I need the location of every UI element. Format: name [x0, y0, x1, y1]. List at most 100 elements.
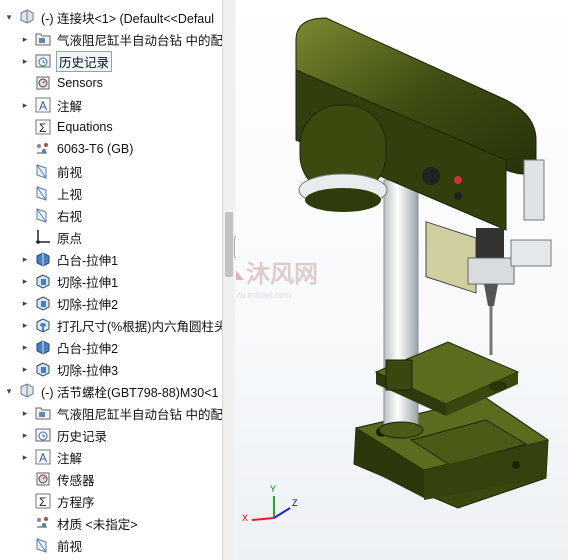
no-arrow — [20, 166, 30, 176]
tree-part-node[interactable]: ▾ (-) 连接块<1> (Default<<Defaul — [4, 6, 214, 28]
no-arrow — [20, 232, 30, 242]
tree-feature-item[interactable]: ▸ 凸台-拉伸2 — [20, 336, 118, 358]
plane-icon — [34, 184, 52, 202]
folder-icon — [34, 30, 52, 48]
no-arrow — [20, 188, 30, 198]
tree-feature-item[interactable]: ▸ 凸台-拉伸1 — [20, 248, 118, 270]
no-arrow — [20, 78, 30, 88]
svg-text:Σ: Σ — [39, 495, 46, 509]
tree-item-label: 方程序 — [57, 495, 95, 510]
view-triad: X Y Z — [242, 484, 298, 523]
tree-feature-item[interactable]: ▸ A 注解 — [20, 94, 82, 116]
tree-item-label: 凸台-拉伸1 — [57, 253, 119, 268]
tree-feature-item[interactable]: ▸ 切除-拉伸2 — [20, 292, 118, 314]
scrollbar-thumb[interactable] — [225, 212, 233, 277]
equation-icon: Σ — [34, 118, 52, 136]
material-icon — [34, 514, 52, 532]
tree-feature-item[interactable]: 右视 — [20, 204, 82, 226]
tree-feature-item[interactable]: ▸ 气液阻尼缸半自动台钻 中的配 — [20, 28, 222, 50]
tree-feature-item[interactable]: ▸ 切除-拉伸1 — [20, 270, 118, 292]
annotation-icon: A — [34, 448, 52, 466]
sensor-icon — [34, 74, 52, 92]
expand-arrow-icon[interactable]: ▸ — [20, 254, 30, 264]
expand-arrow-icon[interactable]: ▸ — [20, 452, 30, 462]
tree-item-label: 历史记录 — [57, 429, 108, 444]
tree-scrollbar[interactable] — [222, 0, 235, 560]
no-arrow — [20, 474, 30, 484]
collapse-arrow-icon[interactable]: ▾ — [4, 12, 14, 22]
tree-item-label: 气液阻尼缸半自动台钻 中的配 — [57, 33, 222, 48]
tree-feature-item[interactable]: Sensors — [20, 72, 103, 94]
tree-item-label: (-) 连接块<1> (Default<<Defaul — [41, 11, 214, 26]
tree-item-label: 传感器 — [57, 473, 95, 488]
expand-arrow-icon[interactable]: ▸ — [20, 56, 30, 66]
tree-item-label: 凸台-拉伸2 — [57, 341, 119, 356]
history-icon — [34, 52, 52, 70]
tree-item-label: 上视 — [57, 187, 83, 202]
boss-extrude-icon — [34, 250, 52, 268]
boss-extrude-icon — [34, 338, 52, 356]
tree-part-node[interactable]: ▾ (-) 活节螺栓(GBT798-88)M30<1 — [4, 380, 218, 402]
tree-feature-item[interactable]: 前视 — [20, 534, 82, 556]
expand-arrow-icon[interactable]: ▸ — [20, 100, 30, 110]
part-icon — [18, 382, 36, 400]
tree-feature-item[interactable]: ▸ 气液阻尼缸半自动台钻 中的配 — [20, 402, 222, 424]
base-plate — [353, 397, 550, 509]
tree-item-label: 切除-拉伸2 — [57, 297, 119, 312]
tree-feature-item[interactable]: 材质 <未指定> — [20, 512, 138, 534]
motor — [298, 104, 388, 212]
tree-feature-item[interactable]: 上视 — [20, 182, 82, 204]
no-arrow — [20, 496, 30, 506]
tree-feature-item[interactable]: ▸ 切除-拉伸3 — [20, 358, 118, 380]
tree-item-label: 材质 <未指定> — [57, 517, 138, 532]
expand-arrow-icon[interactable]: ▸ — [20, 342, 30, 352]
tree-item-label: 前视 — [57, 165, 83, 180]
tree-item-label: 6063-T6 (GB) — [57, 142, 134, 156]
graphics-viewport[interactable]: 沐风网 www.mfcad.com X Y Z — [236, 0, 568, 560]
tree-feature-item[interactable]: 传感器 — [20, 468, 95, 490]
tree-item-label: 切除-拉伸3 — [57, 363, 119, 378]
triad-x: X — [242, 513, 248, 523]
plane-icon — [34, 536, 52, 554]
expand-arrow-icon[interactable]: ▸ — [20, 298, 30, 308]
tree-feature-item[interactable]: ▸ 打孔尺寸(%根据)内六角圆柱头 — [20, 314, 222, 336]
tree-item-label: 注解 — [57, 99, 83, 114]
tree-feature-item[interactable]: 6063-T6 (GB) — [20, 138, 133, 160]
svg-text:Σ: Σ — [39, 121, 46, 135]
cut-extrude-icon — [34, 360, 52, 378]
no-arrow — [20, 210, 30, 220]
material-icon — [34, 140, 52, 158]
expand-arrow-icon[interactable]: ▸ — [20, 364, 30, 374]
tree-item-label: (-) 活节螺栓(GBT798-88)M30<1 — [41, 385, 219, 400]
plane-icon — [34, 162, 52, 180]
tree-feature-item[interactable]: ▸ 历史记录 — [20, 424, 107, 446]
triad-z: Z — [292, 498, 298, 508]
triad-y: Y — [270, 484, 276, 494]
watermark: 沐风网 www.mfcad.com — [236, 261, 318, 300]
tree-feature-item[interactable]: 原点 — [20, 226, 82, 248]
svg-text:A: A — [39, 99, 47, 113]
expand-arrow-icon[interactable]: ▸ — [20, 34, 30, 44]
watermark-url: www.mfcad.com — [236, 290, 292, 300]
history-icon — [34, 426, 52, 444]
tree-item-label: 前视 — [57, 539, 83, 554]
expand-arrow-icon[interactable]: ▸ — [20, 276, 30, 286]
expand-arrow-icon[interactable]: ▸ — [20, 408, 30, 418]
drill-press-model: 沐风网 www.mfcad.com X Y Z — [236, 17, 552, 523]
tree-item-label: 打孔尺寸(%根据)内六角圆柱头 — [57, 319, 222, 334]
expand-arrow-icon[interactable]: ▸ — [20, 320, 30, 330]
no-arrow — [20, 540, 30, 550]
tree-feature-item[interactable]: ▸ A 注解 — [20, 446, 82, 468]
watermark-text: 沐风网 — [246, 261, 318, 288]
equation-icon: Σ — [34, 492, 52, 510]
tree-feature-item[interactable]: Σ 方程序 — [20, 490, 95, 512]
tree-feature-item[interactable]: Σ Equations — [20, 116, 113, 138]
expand-arrow-icon[interactable]: ▸ — [20, 430, 30, 440]
collapse-arrow-icon[interactable]: ▾ — [4, 386, 14, 396]
tree-item-label: 历史记录 — [55, 50, 113, 72]
hole-wizard-icon — [34, 316, 52, 334]
tree-feature-item[interactable]: ▸ 历史记录 — [20, 50, 113, 72]
tree-feature-item[interactable]: 前视 — [20, 160, 82, 182]
tree-item-label: Sensors — [57, 76, 103, 90]
annotation-icon: A — [34, 96, 52, 114]
